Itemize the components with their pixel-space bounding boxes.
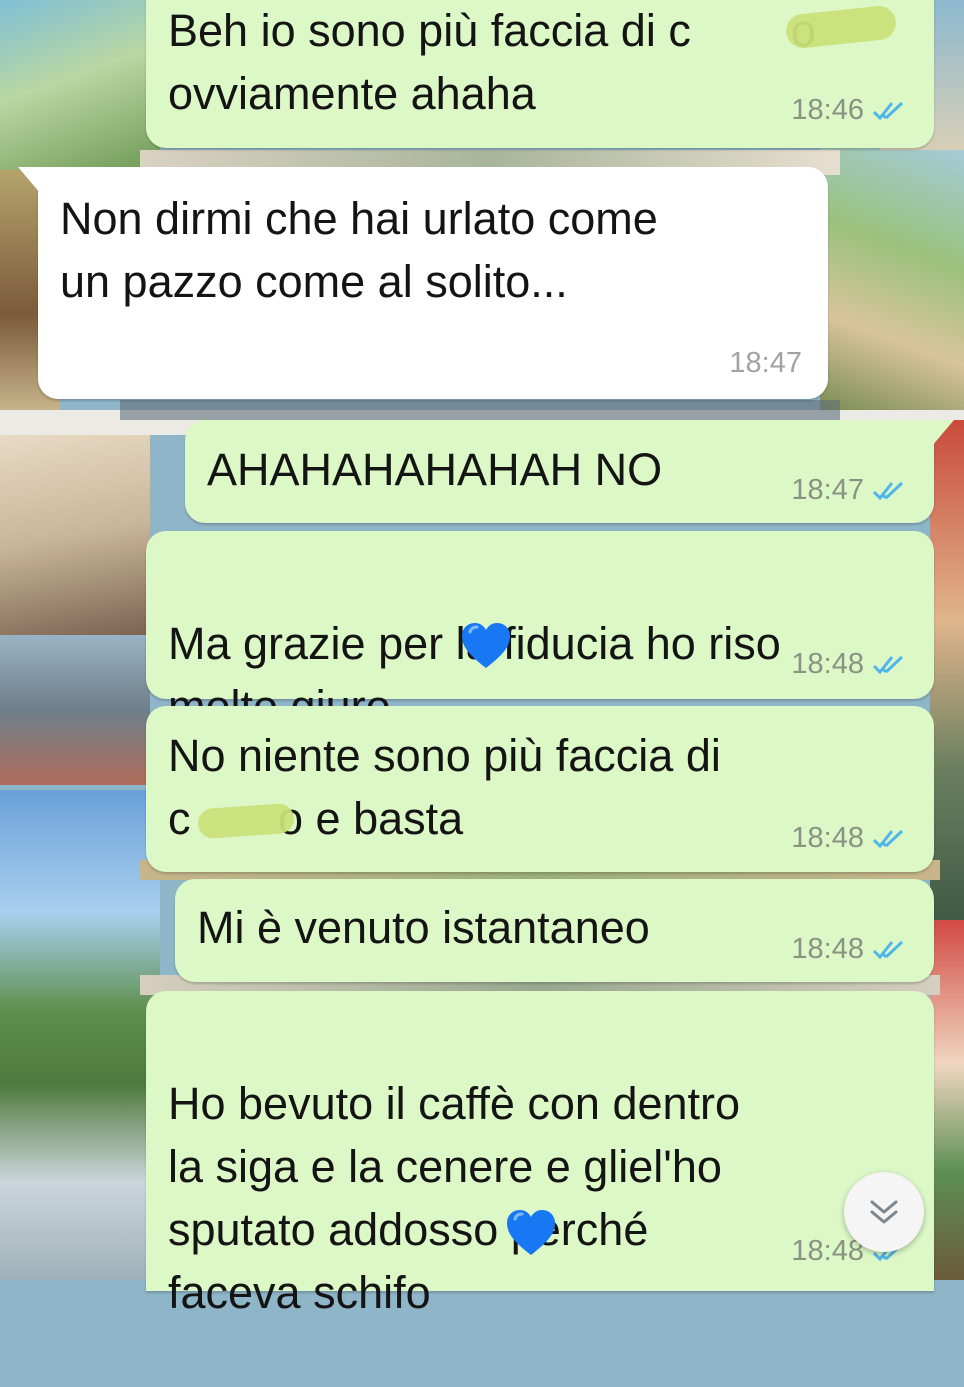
message-meta: 18:48	[791, 933, 912, 966]
blue-heart-icon	[462, 623, 510, 668]
message-meta: 18:47	[791, 474, 912, 507]
message-time: 18:48	[791, 1235, 864, 1267]
message-bubble-outgoing[interactable]: No niente sono più faccia di c o e basta…	[146, 706, 934, 872]
message-text: Beh io sono più faccia di c o ovviamente…	[168, 5, 816, 119]
message-meta: 18:48	[791, 648, 912, 681]
message-meta: 18:46	[791, 94, 912, 127]
message-bubble-outgoing[interactable]: Ho bevuto il caffè con dentro la siga e …	[146, 991, 934, 1318]
message-time: 18:47	[729, 347, 802, 379]
message-bubble-incoming[interactable]: Non dirmi che hai urlato come un pazzo c…	[18, 167, 828, 399]
message-text-body: Ho bevuto il caffè con dentro la siga e …	[168, 1078, 741, 1318]
message-bubble-outgoing[interactable]: Ma grazie per la fiducia ho riso molto g…	[146, 531, 934, 732]
bubble-tail	[18, 167, 40, 193]
message-time: 18:47	[791, 474, 864, 506]
scroll-to-bottom-button[interactable]	[844, 1172, 924, 1252]
message-text: AHAHAHAHAHAH NO	[207, 444, 663, 495]
double-check-icon	[872, 101, 904, 120]
message-time: 18:48	[791, 822, 864, 854]
blue-heart-icon	[507, 1210, 555, 1255]
message-time: 18:48	[791, 648, 864, 680]
chevron-down-icon	[870, 1200, 898, 1224]
message-bubble-outgoing[interactable]: Mi è venuto istantaneo 18:48	[175, 879, 934, 982]
double-check-icon	[872, 655, 904, 674]
double-check-icon	[872, 940, 904, 959]
message-bubble-outgoing[interactable]: Beh io sono più faccia di c o ovviamente…	[146, 0, 934, 148]
bubble-tail	[932, 420, 954, 446]
message-text: Non dirmi che hai urlato come un pazzo c…	[60, 193, 658, 307]
message-time: 18:48	[791, 933, 864, 965]
message-text: Mi è venuto istantaneo	[197, 902, 650, 953]
message-time: 18:46	[791, 94, 864, 126]
message-meta: 18:47	[729, 347, 802, 380]
double-check-icon	[872, 829, 904, 848]
double-check-icon	[872, 481, 904, 500]
message-meta: 18:48	[791, 822, 912, 855]
message-text: Ho bevuto il caffè con dentro la siga e …	[168, 1009, 740, 1387]
message-bubble-outgoing[interactable]: AHAHAHAHAHAH NO 18:47	[185, 420, 954, 523]
